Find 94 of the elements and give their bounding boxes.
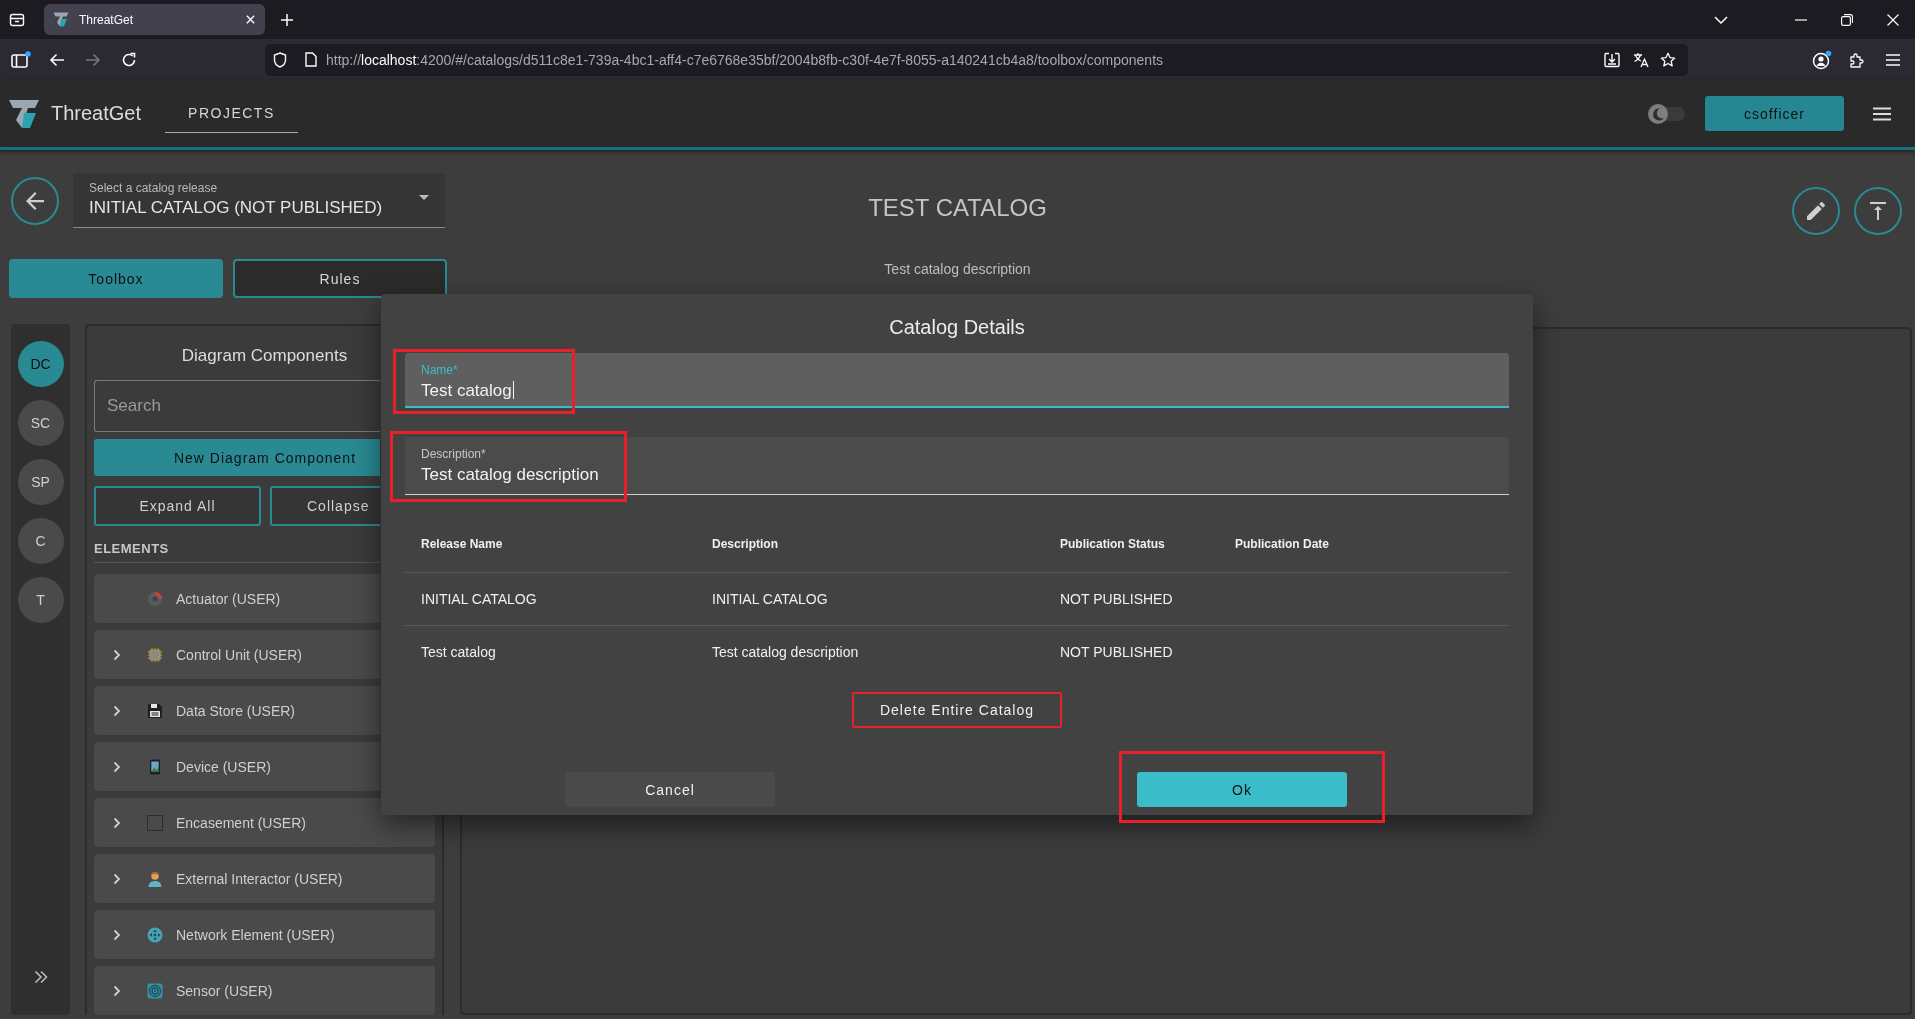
brand-name: ThreatGet <box>51 102 142 125</box>
chip-icon <box>147 646 163 663</box>
download-icon[interactable] <box>1604 51 1620 68</box>
close-icon[interactable] <box>245 14 256 25</box>
section-tab[interactable]: T <box>17 577 64 623</box>
component-item[interactable]: Control Unit (USER) <box>94 630 380 679</box>
square-icon <box>147 814 163 831</box>
table-cell: INITIAL CATALOG <box>712 591 828 607</box>
text-field[interactable]: Name* Test catalog <box>405 353 1509 408</box>
component-item[interactable]: Actuator (USER) <box>94 574 380 623</box>
component-item[interactable]: Device (USER) <box>94 742 380 791</box>
column-header: Publication Date <box>1235 537 1329 551</box>
moon-icon <box>1648 103 1668 124</box>
column-header: Description <box>712 537 778 551</box>
back-button[interactable] <box>11 176 59 225</box>
ok-button[interactable]: Ok <box>1137 772 1347 807</box>
logo-icon <box>8 98 40 129</box>
view-tab[interactable]: Rules <box>233 259 447 298</box>
user-button[interactable]: csofficer <box>1705 96 1844 131</box>
target-icon <box>147 982 163 999</box>
account-icon[interactable] <box>1812 49 1832 70</box>
select-label: Select a catalog release <box>89 181 218 195</box>
catalog-description: Test catalog description <box>884 261 1031 277</box>
view-tab[interactable]: Toolbox <box>9 259 223 298</box>
menu-icon[interactable] <box>1872 106 1892 121</box>
text-cursor-icon <box>512 381 514 399</box>
chevron-down-icon[interactable] <box>1714 15 1728 24</box>
chevron-icon[interactable] <box>113 984 121 997</box>
delete-catalog-button[interactable]: Delete Entire Catalog <box>852 692 1062 728</box>
chevron-icon[interactable] <box>113 704 121 717</box>
section-heading: ELEMENTS <box>94 542 380 563</box>
close-icon[interactable] <box>1887 13 1899 26</box>
field-label: Name* <box>421 363 458 377</box>
collapse-all-button[interactable]: Collapse <box>270 486 380 526</box>
star-icon[interactable] <box>1660 51 1676 68</box>
page-icon[interactable] <box>305 52 317 67</box>
table-cell: Test catalog description <box>712 644 859 660</box>
component-item[interactable]: Sensor (USER) <box>94 966 435 1015</box>
table-cell: NOT PUBLISHED <box>1060 591 1173 607</box>
panel-title: Diagram Components <box>181 346 348 366</box>
dial-icon <box>147 590 163 607</box>
chevron-icon[interactable] <box>113 648 121 661</box>
upload-icon <box>1870 202 1886 220</box>
section-tab[interactable]: SP <box>17 459 64 505</box>
shield-icon[interactable] <box>273 51 287 68</box>
browser-tab[interactable]: ThreatGet <box>44 4 265 35</box>
chevron-icon[interactable] <box>113 816 121 829</box>
section-tab[interactable]: DC <box>17 341 64 387</box>
address-bar[interactable]: http://localhost:4200/#/catalogs/d511c8e1-739a-4bc1-aff4-c7e6768e35bf/2004b8fb-c30f-4e7f-8055-a140241cb4a8/toolbox/components <box>265 43 1688 76</box>
plus-icon[interactable] <box>280 12 294 27</box>
pencil-icon <box>1807 202 1825 220</box>
phone-icon <box>147 758 163 775</box>
reload-icon[interactable] <box>121 51 137 68</box>
column-header: Publication Status <box>1060 537 1165 551</box>
url-text[interactable]: http://localhost:4200/#/catalogs/d511c8e1-739a-4bc1-aff4-c7e6768e35bf/2004b8fb-c30f-4e7f-8055-a140241cb4a8/toolbox/components <box>326 51 1164 68</box>
back-arrow-icon <box>26 191 44 210</box>
nav-tab[interactable]: PROJECTS <box>165 94 298 133</box>
person-icon <box>147 870 163 887</box>
double-chevron-icon[interactable] <box>33 970 48 984</box>
table-cell: INITIAL CATALOG <box>421 591 537 607</box>
section-tab[interactable]: C <box>17 518 64 564</box>
puzzle-icon[interactable] <box>1849 51 1865 68</box>
logo-icon <box>53 12 69 27</box>
edit-button[interactable] <box>1792 187 1840 235</box>
restore-icon[interactable] <box>1841 13 1853 26</box>
component-item[interactable]: External Interactor (USER) <box>94 854 435 903</box>
catalog-title: TEST CATALOG <box>868 194 1047 222</box>
upload-button[interactable] <box>1854 187 1902 235</box>
table-cell: Test catalog <box>421 644 496 660</box>
component-item[interactable]: Data Store (USER) <box>94 686 380 735</box>
caret-icon <box>419 195 429 200</box>
column-header: Release Name <box>421 537 503 551</box>
sidebar-icon[interactable] <box>11 50 31 69</box>
chevron-icon[interactable] <box>113 872 121 885</box>
component-item[interactable]: Encasement (USER) <box>94 798 435 847</box>
search-field[interactable]: Search <box>94 380 380 433</box>
chevron-icon[interactable] <box>113 760 121 773</box>
translate-icon[interactable] <box>1633 51 1649 68</box>
field-label: Description* <box>421 447 486 461</box>
component-item[interactable]: Network Element (USER) <box>94 910 435 959</box>
dialog-title: Catalog Details <box>889 316 1025 338</box>
text-field[interactable]: Description* Test catalog description <box>405 437 1509 495</box>
table-cell: NOT PUBLISHED <box>1060 644 1173 660</box>
cancel-button[interactable]: Cancel <box>565 772 775 807</box>
section-tab[interactable]: SC <box>17 400 64 446</box>
new-component-button[interactable]: New Diagram Component <box>94 439 380 476</box>
theme-toggle[interactable] <box>1651 106 1685 121</box>
minimize-icon[interactable] <box>1795 18 1807 21</box>
chevron-icon[interactable] <box>113 928 121 941</box>
back-arrow-icon[interactable] <box>49 52 65 67</box>
release-select[interactable]: Select a catalog release INITIAL CATALOG (NOT PUBLISHED) <box>73 173 445 228</box>
tabs-tray-icon[interactable] <box>9 11 25 28</box>
expand-all-button[interactable]: Expand All <box>94 486 261 526</box>
network-hub-icon <box>147 926 163 943</box>
